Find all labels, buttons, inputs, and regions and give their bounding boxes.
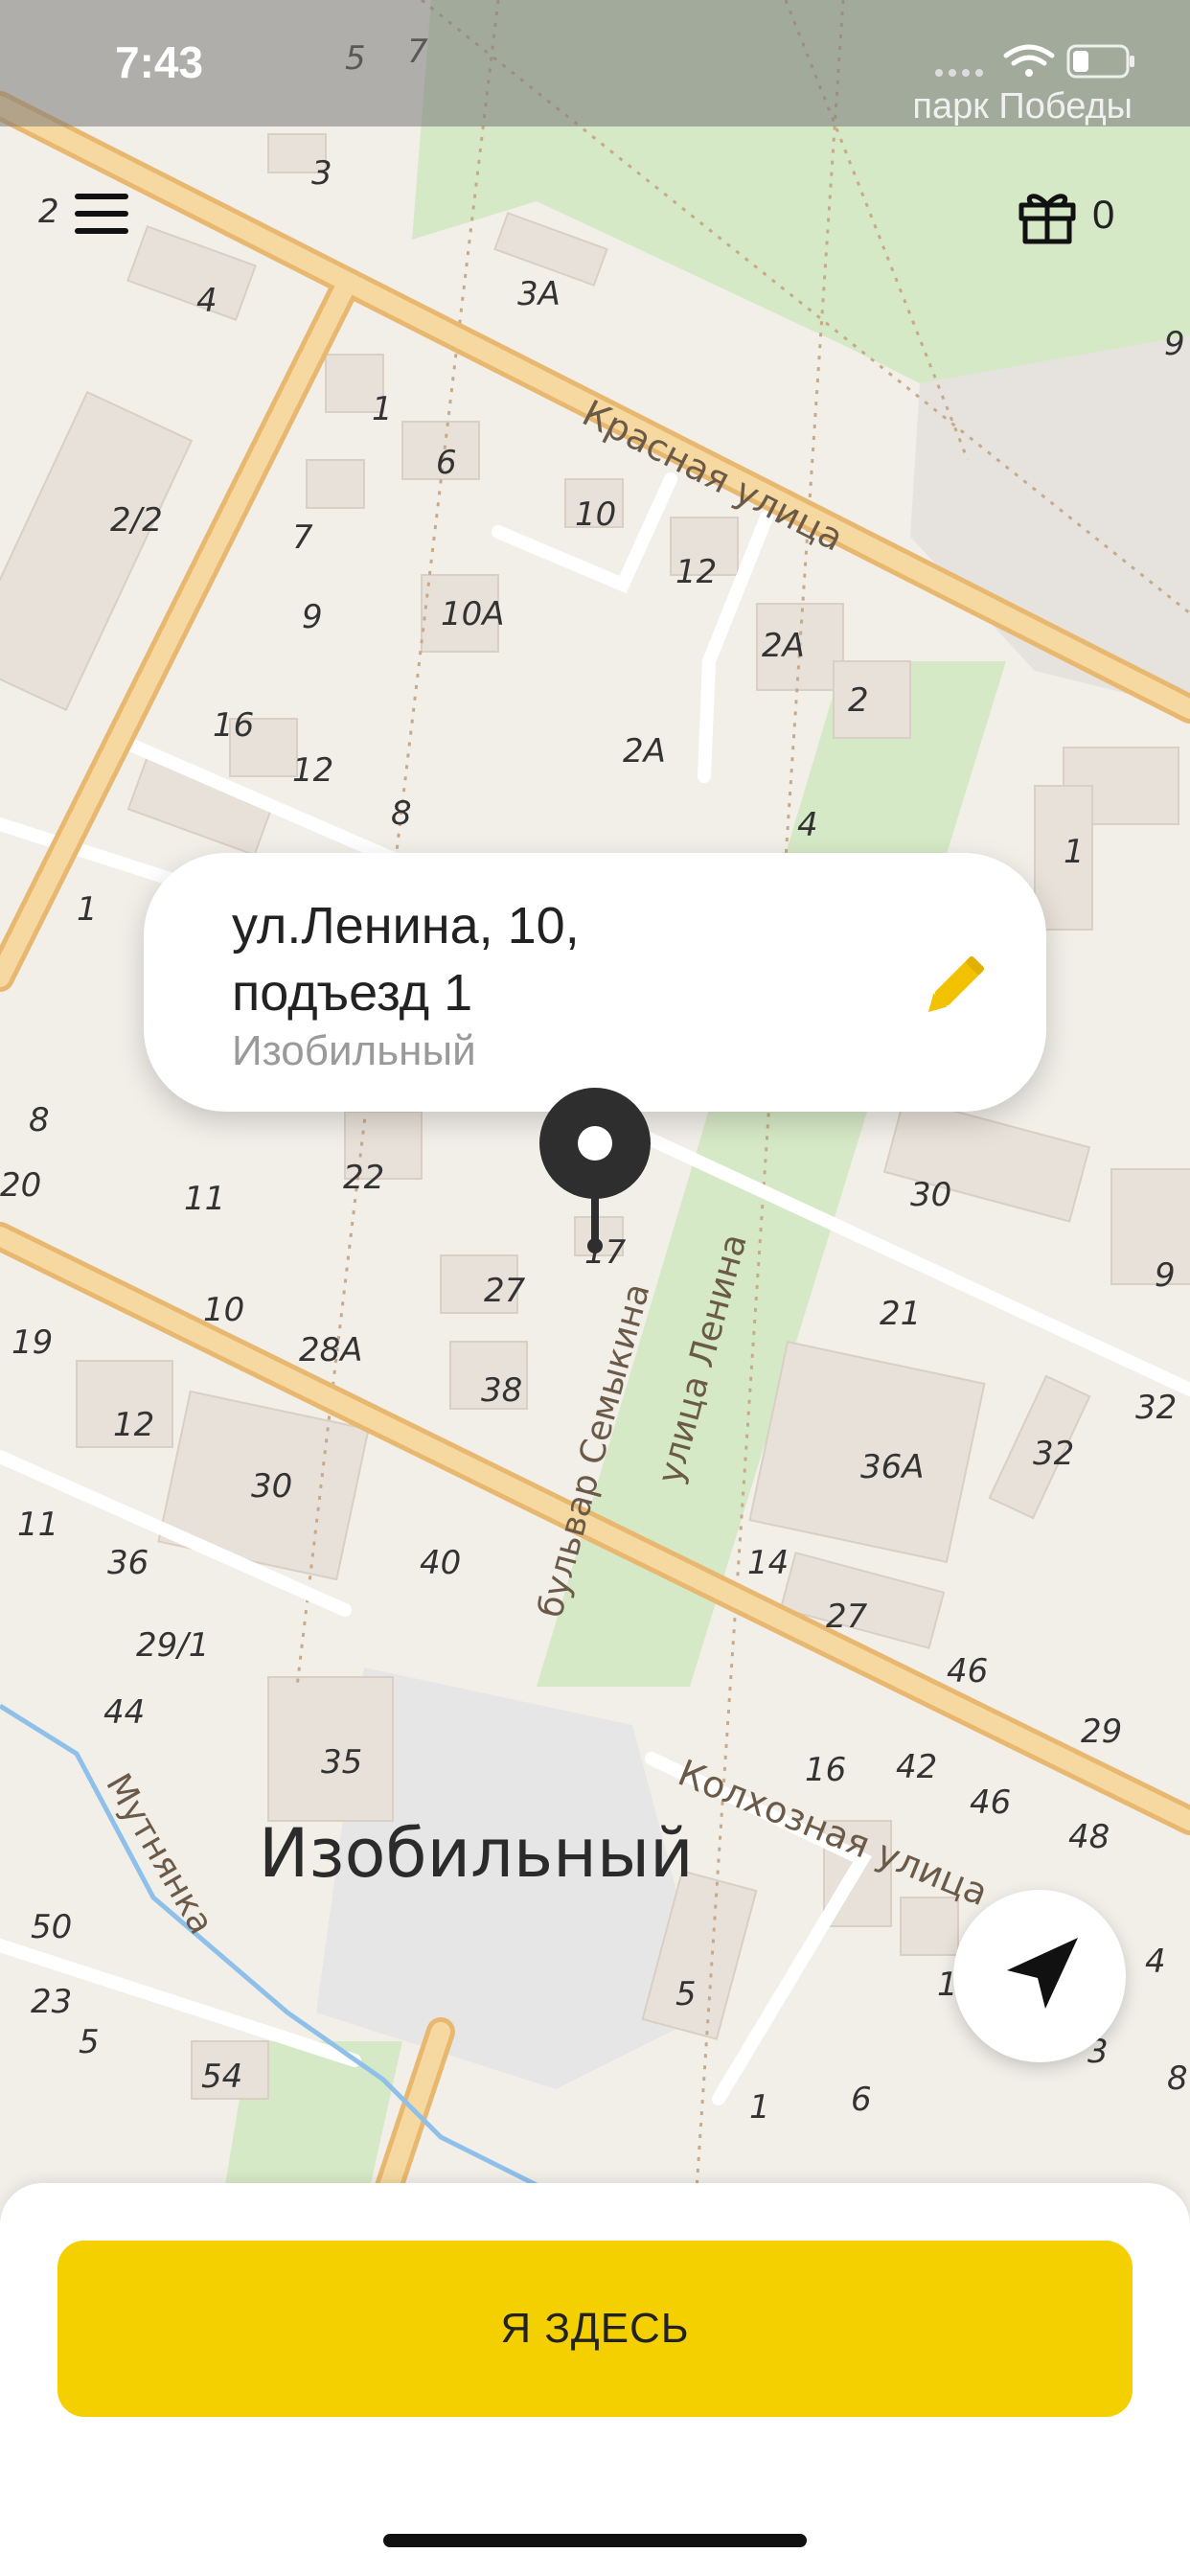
- house-number: 6: [851, 2081, 872, 2119]
- house-number: 8: [1167, 2059, 1188, 2098]
- house-number: 28А: [299, 1331, 363, 1369]
- house-number: 10А: [441, 595, 505, 633]
- house-number: 6: [436, 444, 457, 482]
- house-number: 23: [31, 1983, 72, 2021]
- house-number: 29/1: [136, 1626, 209, 1665]
- house-number: 3А: [517, 275, 561, 313]
- menu-button[interactable]: [67, 182, 144, 249]
- house-number: 46: [970, 1783, 1011, 1822]
- status-icons: [929, 40, 1140, 82]
- house-number: 8: [29, 1101, 50, 1139]
- house-number: 8: [391, 794, 412, 833]
- house-number: 30: [251, 1467, 292, 1506]
- menu-icon: [75, 194, 128, 199]
- gift-count: 0: [1092, 192, 1115, 237]
- house-number: 10: [203, 1291, 244, 1329]
- house-number: 4: [1145, 1943, 1166, 1981]
- house-number: 22: [343, 1159, 384, 1197]
- house-number: 30: [910, 1176, 951, 1214]
- address-line-street: ул.Ленина, 10,: [232, 897, 580, 954]
- house-number: 48: [1068, 1818, 1110, 1856]
- battery-icon: [1066, 44, 1134, 79]
- house-number: 12: [113, 1406, 154, 1444]
- pencil-icon: [927, 956, 984, 1013]
- house-number: 36: [107, 1544, 149, 1582]
- house-number: 38: [481, 1371, 522, 1410]
- house-number: 9: [1155, 1256, 1176, 1295]
- house-number: 29: [1081, 1713, 1122, 1751]
- house-number: 1: [1064, 833, 1085, 871]
- house-number: 32: [1135, 1389, 1177, 1427]
- house-number: 11: [184, 1180, 225, 1218]
- house-number: 27: [484, 1272, 526, 1310]
- gift-icon: [1018, 194, 1076, 244]
- i-am-here-button[interactable]: Я ЗДЕСЬ: [57, 2241, 1133, 2417]
- house-number: 16: [805, 1751, 846, 1789]
- house-number: 44: [103, 1693, 145, 1732]
- house-number: 5: [79, 2023, 100, 2061]
- house-number: 4: [797, 806, 818, 844]
- house-number: 7: [292, 518, 313, 557]
- house-number: 11: [17, 1506, 58, 1544]
- house-number: 20: [0, 1166, 41, 1205]
- house-number: 40: [420, 1544, 461, 1582]
- house-number: 21: [880, 1295, 921, 1333]
- house-number: 12: [675, 553, 717, 591]
- address-line-entrance: подъезд 1: [232, 964, 473, 1022]
- house-number: 16: [213, 706, 254, 745]
- house-number: 3: [311, 154, 332, 193]
- house-number: 10: [575, 495, 616, 534]
- status-location-name: парк Победы: [912, 86, 1133, 126]
- city-label: Изобильный: [259, 1814, 694, 1893]
- address-city: Изобильный: [232, 1027, 476, 1074]
- house-number: 9: [302, 598, 323, 636]
- house-number: 46: [947, 1652, 988, 1690]
- status-bar: 7:43 парк Победы: [0, 0, 1190, 126]
- house-number: 2А: [762, 627, 805, 665]
- house-number: 27: [826, 1598, 868, 1636]
- house-number: 5: [675, 1975, 697, 2013]
- navigation-arrow-icon: [1007, 1938, 1078, 2009]
- house-number: 2А: [623, 732, 666, 770]
- location-pin[interactable]: [537, 1085, 653, 1257]
- menu-icon-bar: [75, 228, 128, 234]
- menu-icon-bar: [75, 211, 128, 217]
- house-number: 19: [11, 1323, 53, 1362]
- house-number: 1: [749, 2088, 770, 2127]
- home-indicator: [383, 2534, 807, 2547]
- house-number: 1: [77, 890, 98, 929]
- house-number: 9: [1164, 325, 1185, 363]
- house-number: 35: [321, 1743, 362, 1782]
- house-number: 54: [201, 2058, 242, 2096]
- map-pin-icon: [539, 1088, 651, 1254]
- house-number: 36А: [860, 1448, 925, 1486]
- gift-button[interactable]: 0: [1016, 182, 1131, 249]
- wifi-icon: [1003, 44, 1055, 77]
- bottom-panel: Я ЗДЕСЬ: [0, 2183, 1190, 2576]
- house-number: 2: [38, 193, 59, 231]
- house-number: 2: [848, 681, 869, 720]
- house-number: 42: [896, 1748, 937, 1786]
- house-number: 32: [1033, 1435, 1074, 1473]
- house-number: 14: [747, 1544, 789, 1582]
- my-location-button[interactable]: [953, 1890, 1126, 2062]
- edit-address-button[interactable]: [910, 944, 996, 1030]
- signal-icon: [935, 69, 983, 77]
- status-time: 7:43: [115, 37, 204, 87]
- house-number: 4: [196, 282, 217, 320]
- house-number: 2/2: [110, 501, 163, 540]
- house-number: 12: [292, 751, 333, 790]
- house-number: 50: [31, 1908, 72, 1946]
- address-card[interactable]: ул.Ленина, 10, подъезд 1 Изобильный: [144, 853, 1046, 1112]
- house-number: 1: [372, 390, 393, 428]
